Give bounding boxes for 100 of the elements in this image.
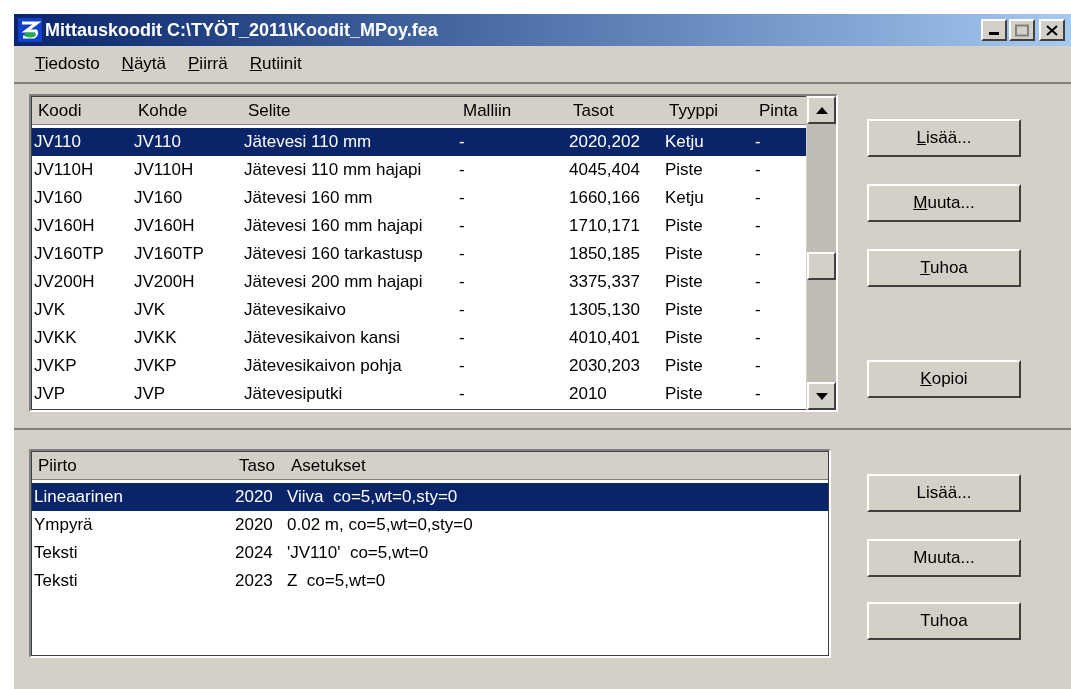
table-cell-text: JVP [33, 383, 67, 406]
table-cell-text: - [754, 327, 762, 350]
table-cell-text: JV160 [133, 187, 184, 210]
action-button[interactable]: Muuta... [867, 184, 1021, 222]
table-cell-text: - [754, 355, 762, 378]
table-cell-text: - [754, 383, 762, 406]
list-row[interactable]: JV110 JV110 Jätevesi 110 mm - 2020,202 Ketju - [32, 128, 806, 156]
column-header[interactable]: Malliin [457, 97, 567, 124]
scrollbar-thumb[interactable] [807, 252, 836, 280]
table-cell-text: JVP [133, 383, 167, 406]
table-cell-text: 0.02 m, co=5,wt=0,sty=0 [286, 514, 474, 537]
table-cell-text: Piste [664, 243, 704, 266]
table-cell-text: - [458, 327, 466, 350]
table-cell-text: Piste [664, 215, 704, 238]
table-cell-text: JV200H [133, 271, 196, 294]
table-cell-text: JV160 [33, 187, 84, 210]
column-header[interactable]: Asetukset [285, 452, 685, 479]
table-cell-text: Piste [664, 299, 704, 322]
action-button[interactable]: Muuta... [867, 539, 1021, 577]
table-cell-text: - [458, 215, 466, 238]
menu-item[interactable]: Rutiinit [248, 51, 303, 77]
table-cell-text: 2024 [234, 542, 274, 565]
table-cell-text: - [754, 299, 762, 322]
table-cell-text: 4045,404 [568, 159, 641, 182]
table-cell-text: Piste [664, 271, 704, 294]
table-cell-text: Jätevesi 160 mm hajapi [243, 215, 424, 238]
table-cell-text: - [458, 243, 466, 266]
table-cell-text: 1305,130 [568, 299, 641, 322]
scrollbar[interactable] [806, 96, 836, 410]
table-cell-text: 3375,337 [568, 271, 641, 294]
table-cell-text: - [754, 159, 762, 182]
table-cell-text: JV160H [33, 215, 96, 238]
table-cell-text: Jätevesi 160 tarkastusp [243, 243, 424, 266]
table-cell-text: 1850,185 [568, 243, 641, 266]
table-cell-text: 'JV110' co=5,wt=0 [286, 542, 430, 565]
table-cell-text: Jätevesi 160 mm [243, 187, 374, 210]
table-cell-text: Jätevesi 110 mm hajapi [243, 159, 423, 182]
down-arrow-icon [815, 392, 828, 400]
table-cell-text: 1660,166 [568, 187, 641, 210]
table-cell-text: Jätevesikaivon pohja [243, 355, 403, 378]
table-cell-text: Teksti [33, 542, 79, 565]
table-cell-text: 1710,171 [568, 215, 641, 238]
action-button[interactable]: Lisää... [867, 119, 1021, 157]
column-header[interactable]: Pinta [753, 97, 805, 124]
table-cell-text: Ketju [664, 187, 705, 210]
table-cell-text: - [458, 355, 466, 378]
table-cell-text: JV110 [133, 131, 182, 154]
action-button[interactable]: Tuhoa [867, 249, 1021, 287]
table-cell-text: 2020 [234, 486, 274, 509]
maximize-button[interactable] [1009, 19, 1035, 41]
column-header[interactable]: Taso [233, 452, 285, 479]
scroll-up-button[interactable] [807, 96, 836, 124]
table-cell-text: Lineaarinen [33, 486, 124, 509]
column-header[interactable]: Piirto [32, 452, 233, 479]
list-row[interactable]: Lineaarinen 2020 Viiva co=5,wt=0,sty=0 [32, 483, 828, 511]
column-header[interactable]: Tasot [567, 97, 663, 124]
table-cell-text: 4010,401 [568, 327, 641, 350]
table-cell-text: - [458, 159, 466, 182]
app-logo-icon [18, 18, 42, 42]
scroll-down-button[interactable] [807, 382, 836, 410]
column-header[interactable]: Koodi [32, 97, 132, 124]
maximize-icon [1015, 23, 1029, 37]
table-cell-text: Z co=5,wt=0 [286, 570, 387, 593]
table-cell-text: JV200H [33, 271, 96, 294]
column-header[interactable]: Tyyppi [663, 97, 753, 124]
table-cell-text: Piste [664, 383, 704, 406]
table-cell-text: JV160H [133, 215, 196, 238]
close-icon [1046, 24, 1058, 36]
table-cell-text: JVKK [33, 327, 78, 350]
action-button[interactable]: Lisää... [867, 474, 1021, 512]
table-cell-text: Viiva co=5,wt=0,sty=0 [286, 486, 459, 509]
menu-item[interactable]: Piirrä [187, 51, 229, 77]
close-button[interactable] [1039, 19, 1065, 41]
table-cell-text: Jätevesikaivon kansi [243, 327, 401, 350]
table-cell-text: JVK [133, 299, 167, 322]
menu-item[interactable]: Näytä [120, 51, 167, 77]
minimize-button[interactable] [981, 19, 1007, 41]
table-cell-text: Jätevesiputki [243, 383, 344, 406]
table-cell-text: 2010 [568, 383, 608, 406]
column-header[interactable]: Selite [242, 97, 457, 124]
action-button[interactable]: Kopioi [867, 360, 1021, 398]
table-cell-text: 2023 [234, 570, 274, 593]
table-cell-text: - [754, 187, 762, 210]
table-cell-text: - [754, 243, 762, 266]
table-cell-text: - [458, 271, 466, 294]
table-cell-text: JV110H [33, 159, 95, 182]
table-cell-text: - [458, 299, 466, 322]
table-cell-text: Jätevesi 200 mm hajapi [243, 271, 424, 294]
table-cell-text: Piste [664, 327, 704, 350]
action-button[interactable]: Tuhoa [867, 602, 1021, 640]
table-cell-text: 2030,203 [568, 355, 641, 378]
column-header[interactable]: Kohde [132, 97, 242, 124]
table-cell-text: JVKK [133, 327, 178, 350]
table-cell-text: Piste [664, 355, 704, 378]
table-cell-text: JVKP [33, 355, 78, 378]
table-cell-text: Teksti [33, 570, 79, 593]
table-cell-text: 2020 [234, 514, 274, 537]
table-cell-text: JV110H [133, 159, 195, 182]
menu-item[interactable]: Tiedosto [34, 51, 101, 77]
table-cell-text: - [754, 131, 762, 154]
